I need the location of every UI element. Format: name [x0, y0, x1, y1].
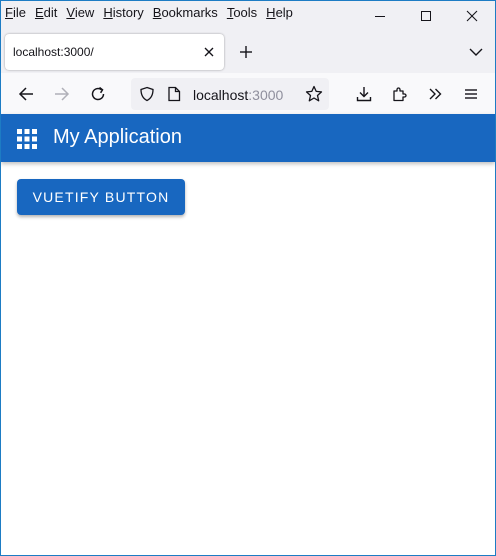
maximize-icon	[421, 11, 431, 21]
menu-file-rest: ile	[12, 5, 26, 20]
page-content: My Application Vuetify Button	[1, 114, 495, 555]
menu-help[interactable]: Help	[266, 5, 293, 20]
menu-tools[interactable]: Tools	[227, 5, 257, 20]
menu-bookmarks-rest: ookmarks	[161, 5, 218, 20]
apps-grid-icon	[17, 129, 37, 149]
menu-history-rest: istory	[112, 5, 144, 20]
menu-history[interactable]: History	[103, 5, 143, 20]
menu-view[interactable]: View	[66, 5, 94, 20]
menu-view-accel: V	[66, 5, 75, 20]
more-tools-button[interactable]	[422, 81, 448, 107]
site-info-button[interactable]	[165, 85, 183, 103]
url-bar[interactable]: localhost:3000	[131, 78, 329, 110]
url-text[interactable]: localhost:3000	[193, 87, 283, 103]
menu-file[interactable]: File	[5, 5, 26, 20]
downloads-button[interactable]	[351, 81, 377, 107]
tab-strip: localhost:3000/	[1, 31, 495, 73]
url-host: localhost	[193, 87, 249, 103]
reload-button[interactable]	[85, 81, 111, 107]
forward-button[interactable]	[49, 81, 75, 107]
menu-edit-rest: dit	[43, 5, 58, 20]
menu-file-accel: F	[5, 5, 13, 20]
menu-view-rest: iew	[74, 5, 95, 20]
menu-bookmarks[interactable]: Bookmarks	[153, 5, 218, 20]
maximize-button[interactable]	[403, 1, 449, 31]
shield-icon	[140, 86, 154, 102]
close-tab-icon	[204, 47, 214, 57]
arrow-right-icon	[55, 87, 70, 101]
nav-toolbar: localhost:3000	[1, 73, 495, 115]
app-nav-button[interactable]	[15, 127, 39, 151]
tab-title: localhost:3000/	[13, 45, 94, 59]
close-window-button[interactable]	[449, 1, 495, 31]
hamburger-menu-icon	[465, 89, 477, 99]
tab-localhost[interactable]: localhost:3000/	[5, 34, 224, 70]
menu-tools-rest: ools	[233, 5, 258, 20]
reload-icon	[91, 86, 105, 101]
download-icon	[356, 87, 372, 102]
back-button[interactable]	[13, 81, 39, 107]
menu-items: File Edit View History Bookmarks Tools H…	[5, 5, 302, 20]
menu-help-rest: elp	[275, 5, 293, 20]
page-icon	[168, 86, 181, 102]
double-chevron-right-icon	[429, 88, 442, 100]
app-bar: My Application	[1, 114, 495, 162]
menu-bar: File Edit View History Bookmarks Tools H…	[1, 1, 495, 27]
browser-window: File Edit View History Bookmarks Tools H…	[0, 0, 496, 556]
arrow-left-icon	[18, 87, 33, 101]
extensions-button[interactable]	[387, 81, 413, 107]
minimize-icon	[375, 16, 385, 17]
minimize-button[interactable]	[357, 1, 403, 31]
tracking-protection-button[interactable]	[138, 85, 156, 103]
bookmark-star-button[interactable]	[305, 85, 323, 103]
puzzle-icon	[393, 87, 407, 102]
menu-edit[interactable]: Edit	[35, 5, 57, 20]
new-tab-button[interactable]	[235, 41, 257, 63]
plus-icon	[240, 46, 252, 58]
menu-edit-accel: E	[34, 5, 44, 20]
tab-close-button[interactable]	[200, 43, 218, 61]
menu-history-accel: H	[103, 5, 113, 20]
menu-help-accel: H	[266, 5, 276, 20]
app-title: My Application	[53, 126, 182, 148]
app-menu-button[interactable]	[458, 81, 484, 107]
vuetify-button[interactable]: Vuetify Button	[17, 179, 185, 215]
url-port: :3000	[248, 87, 284, 103]
list-all-tabs-button[interactable]	[465, 41, 487, 63]
chevron-down-icon	[469, 48, 483, 56]
close-icon	[466, 10, 478, 22]
star-icon	[305, 85, 323, 102]
